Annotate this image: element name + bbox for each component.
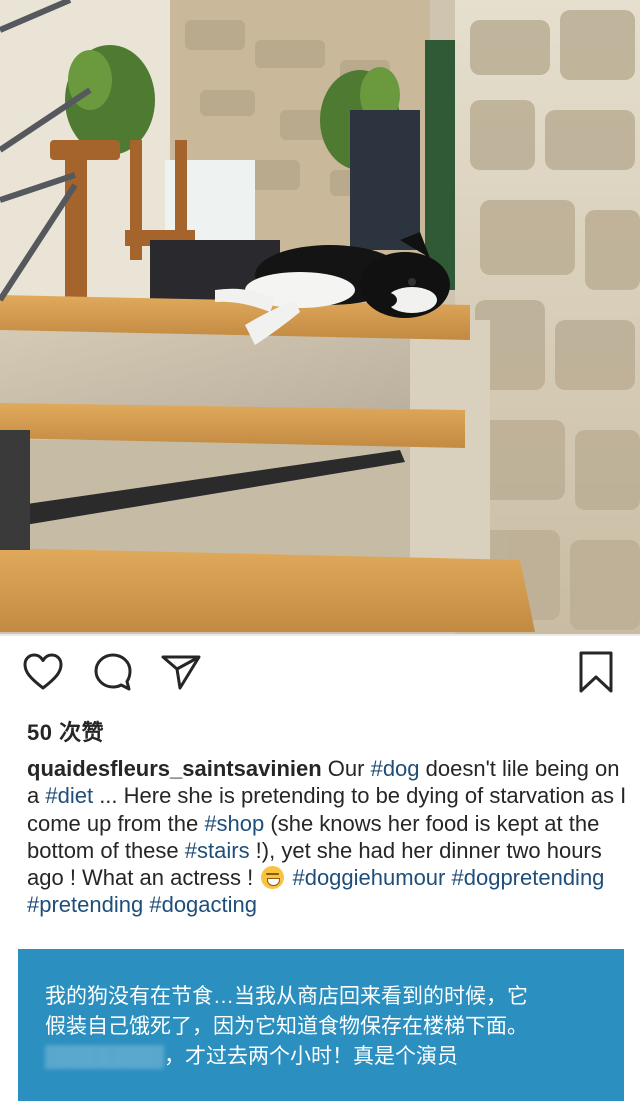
paper-plane-icon	[160, 652, 202, 697]
bookmark-outline-icon	[577, 650, 615, 699]
heart-outline-icon	[22, 652, 64, 697]
photo-divider	[0, 634, 640, 636]
hashtag-diet[interactable]: #diet	[45, 783, 93, 808]
post-caption: quaidesfleurs_saintsavinien Our #dog doe…	[27, 755, 627, 919]
translation-box: 我的狗没有在节食…当我从商店回来看到的时候，它 假装自己饿死了，因为它知道食物保…	[18, 949, 624, 1101]
caption-text: Our	[321, 756, 371, 781]
hashtag-dog[interactable]: #dog	[371, 756, 420, 781]
translation-line-3: ▒▒▒▒▒▒▒▒，才过去两个小时！真是个演员	[45, 1045, 459, 1068]
translation-line-2: 假装自己饿死了，因为它知道食物保存在楼梯下面。	[45, 1015, 528, 1038]
caption-username[interactable]: quaidesfleurs_saintsavinien	[27, 756, 322, 781]
blurred-text: ▒▒▒▒▒▒▒▒	[45, 1045, 165, 1068]
translation-line-3-text: 才过去两个小时！真是个演员	[185, 1045, 459, 1068]
save-button[interactable]	[574, 650, 618, 699]
hashtag-doggiehumour[interactable]: #doggiehumour	[292, 865, 445, 890]
hashtag-dogpretending[interactable]: #dogpretending	[452, 865, 605, 890]
like-count[interactable]: 50 次赞	[27, 715, 104, 747]
share-button[interactable]	[159, 652, 203, 696]
laughing-emoji-icon	[261, 866, 285, 890]
hashtag-pretending[interactable]: #pretending	[27, 892, 143, 917]
comment-bubble-icon	[92, 651, 134, 698]
hashtag-shop[interactable]: #shop	[204, 811, 264, 836]
post-action-bar	[0, 648, 640, 702]
like-button[interactable]	[21, 652, 65, 696]
hashtag-stairs[interactable]: #stairs	[185, 838, 250, 863]
translation-line-1: 我的狗没有在节食…当我从商店回来看到的时候，它	[45, 985, 528, 1008]
post-photo[interactable]	[0, 0, 640, 636]
hashtag-dogacting[interactable]: #dogacting	[149, 892, 257, 917]
comment-button[interactable]	[91, 652, 135, 696]
